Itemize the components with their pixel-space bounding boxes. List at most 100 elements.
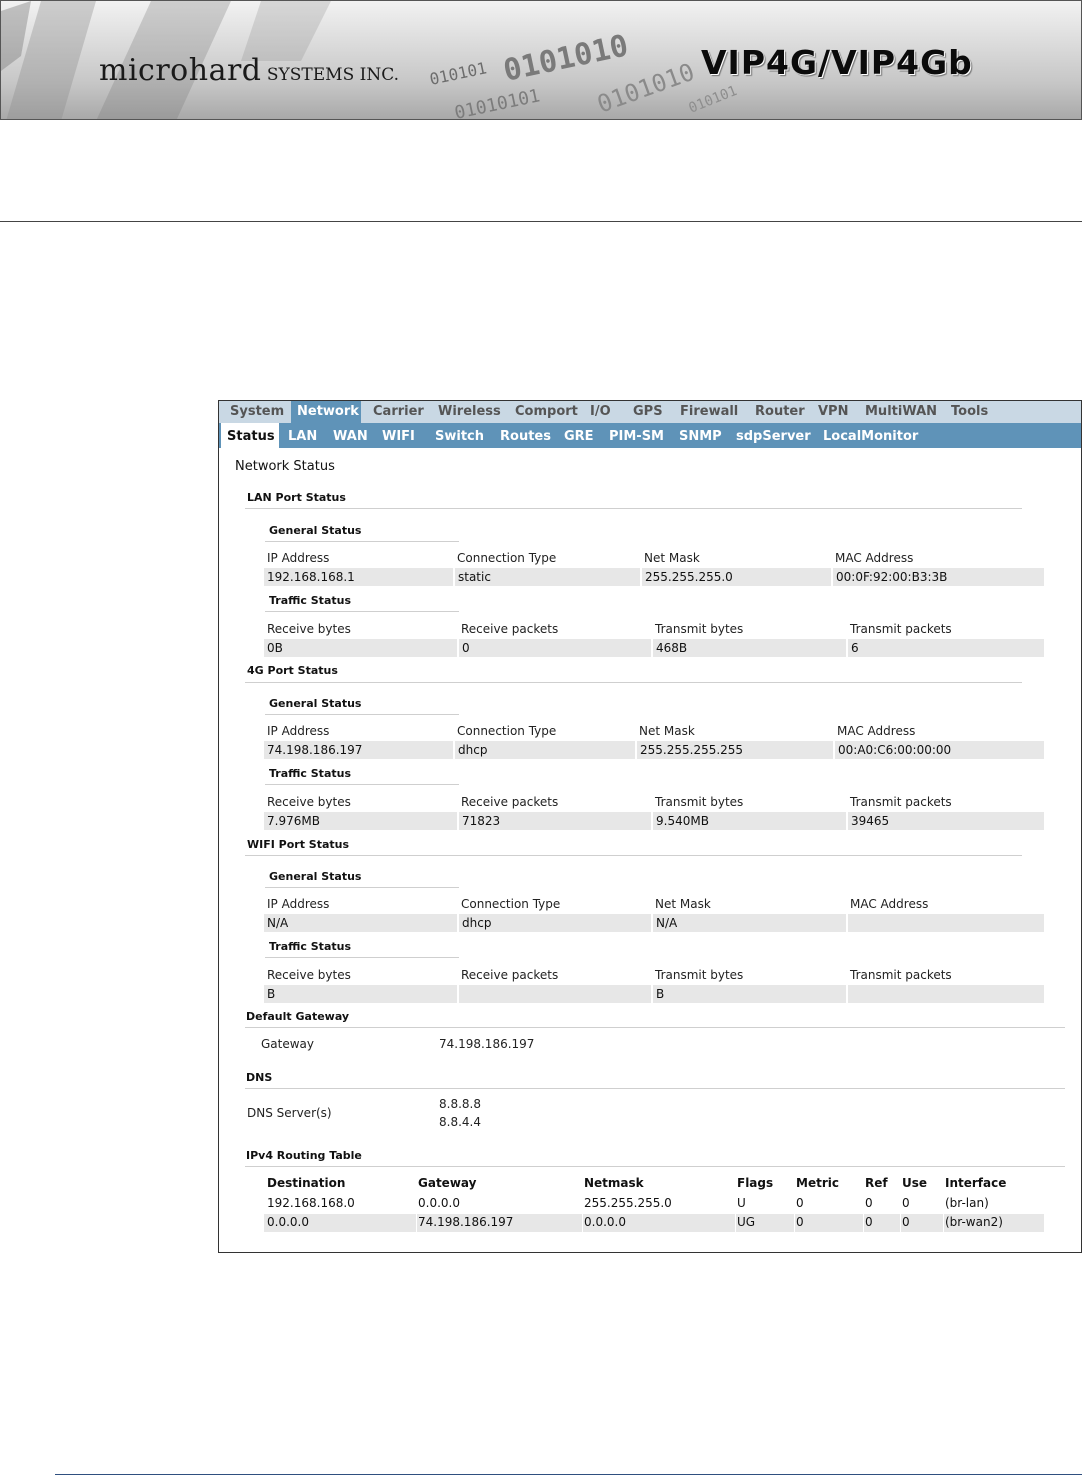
lan-rx-bytes-label: Receive bytes [267, 622, 351, 636]
tab-localmonitor[interactable]: LocalMonitor [817, 423, 924, 448]
wifi-general-title: General Status [269, 870, 362, 883]
wifi-tx-bytes-value: B [653, 985, 846, 1003]
wifi-general-values: N/A dhcp N/A [264, 914, 1044, 932]
wifi-traffic-divider [265, 957, 459, 958]
lan-traffic-title: Traffic Status [269, 594, 352, 607]
gateway-value: 74.198.186.197 [439, 1037, 535, 1051]
menu-vpn[interactable]: VPN [812, 401, 854, 423]
binary-art-2: 0101010 [500, 28, 631, 89]
route-1-ref: 0 [865, 1196, 873, 1210]
routing-header-ref: Ref [865, 1176, 888, 1190]
menu-router[interactable]: Router [749, 401, 811, 423]
lan-conn-value: static [455, 568, 640, 586]
4g-tx-packets-value: 39465 [848, 812, 1044, 830]
tab-gre[interactable]: GRE [558, 423, 600, 448]
wifi-mac-value [848, 914, 1044, 932]
binary-art-1: 010101 [428, 58, 488, 89]
tab-routes[interactable]: Routes [494, 423, 557, 448]
tab-snmp[interactable]: SNMP [673, 423, 728, 448]
web-ui-screenshot: System Network Carrier Wireless Comport … [218, 400, 1082, 1253]
lan-traffic-values: 0B 0 468B 6 [264, 639, 1044, 657]
route-1-interface: (br-lan) [945, 1196, 989, 1210]
wifi-mac-label: MAC Address [850, 897, 929, 911]
route-2-netmask: 0.0.0.0 [584, 1215, 626, 1229]
wifi-mask-value: N/A [653, 914, 846, 932]
header-divider [0, 221, 1082, 222]
company-logo: microhard SYSTEMS INC. [99, 53, 399, 88]
product-title: VIP4G/VIP4Gb [701, 43, 973, 82]
wifi-rx-bytes-label: Receive bytes [267, 968, 351, 982]
routing-header-metric: Metric [796, 1176, 839, 1190]
menu-system[interactable]: System [224, 401, 290, 423]
tab-status[interactable]: Status [221, 423, 279, 449]
lan-mac-label: MAC Address [835, 551, 914, 565]
route-2-destination: 0.0.0.0 [267, 1215, 309, 1229]
4g-conn-label: Connection Type [457, 724, 557, 738]
lan-rx-bytes-value: 0B [264, 639, 457, 657]
header-banner: 010101 0101010 01010101 0101010 010101 m… [0, 0, 1082, 120]
wifi-tx-bytes-label: Transmit bytes [655, 968, 744, 982]
4g-mac-value: 00:A0:C6:00:00:00 [835, 741, 1044, 759]
dns-label: DNS Server(s) [247, 1106, 332, 1120]
routing-header-netmask: Netmask [584, 1176, 644, 1190]
menu-tools[interactable]: Tools [945, 401, 994, 423]
route-1-flags: U [737, 1196, 746, 1210]
route-1-destination: 192.168.168.0 [267, 1196, 355, 1210]
menu-comport[interactable]: Comport [509, 401, 584, 423]
tab-pim-sm[interactable]: PIM-SM [603, 423, 670, 448]
lan-ip-value: 192.168.168.1 [264, 568, 453, 586]
menu-firewall[interactable]: Firewall [674, 401, 744, 423]
lan-traffic-divider [265, 611, 459, 612]
menu-gps[interactable]: GPS [627, 401, 669, 423]
tab-sdpserver[interactable]: sdpServer [730, 423, 817, 448]
4g-section-divider [245, 682, 1022, 683]
4g-tx-bytes-label: Transmit bytes [655, 795, 744, 809]
lan-general-title: General Status [269, 524, 362, 537]
lan-rx-packets-value: 0 [459, 639, 651, 657]
route-2-interface: (br-wan2) [945, 1215, 1003, 1229]
wifi-tx-packets-value [848, 985, 1044, 1003]
menu-io[interactable]: I/O [584, 401, 617, 423]
tab-lan[interactable]: LAN [282, 423, 323, 448]
tab-wan[interactable]: WAN [327, 423, 374, 448]
wifi-traffic-title: Traffic Status [269, 940, 352, 953]
route-1-gateway: 0.0.0.0 [418, 1196, 460, 1210]
route-2-use: 0 [902, 1215, 910, 1229]
gateway-section-divider [245, 1027, 1065, 1028]
lan-section-divider [245, 508, 1022, 509]
footer-divider [55, 1474, 1082, 1475]
brand-name: microhard [99, 53, 262, 88]
lan-conn-label: Connection Type [457, 551, 557, 565]
routing-header-gateway: Gateway [418, 1176, 477, 1190]
wifi-tx-packets-label: Transmit packets [850, 968, 952, 982]
routing-section-divider [245, 1166, 1065, 1167]
lan-mask-value: 255.255.255.0 [642, 568, 831, 586]
sub-menu: Status LAN WAN WIFI Switch Routes GRE PI… [219, 423, 1081, 449]
gateway-label: Gateway [261, 1037, 315, 1051]
4g-general-divider [265, 714, 459, 715]
4g-mask-value: 255.255.255.255 [637, 741, 833, 759]
wifi-section-divider [245, 855, 1022, 856]
menu-multiwan[interactable]: MultiWAN [859, 401, 943, 423]
lan-section-title: LAN Port Status [247, 491, 346, 504]
menu-carrier[interactable]: Carrier [367, 401, 430, 423]
wifi-conn-label: Connection Type [461, 897, 561, 911]
4g-rx-bytes-value: 7.976MB [264, 812, 457, 830]
route-2-metric: 0 [796, 1215, 804, 1229]
tab-switch[interactable]: Switch [429, 423, 490, 448]
4g-ip-value: 74.198.186.197 [264, 741, 453, 759]
menu-wireless[interactable]: Wireless [432, 401, 507, 423]
route-2-flags: UG [737, 1215, 756, 1229]
lan-general-values: 192.168.168.1 static 255.255.255.0 00:0F… [264, 568, 1044, 586]
4g-traffic-title: Traffic Status [269, 767, 352, 780]
tab-wifi[interactable]: WIFI [376, 423, 421, 448]
lan-tx-packets-value: 6 [848, 639, 1044, 657]
lan-tx-bytes-label: Transmit bytes [655, 622, 744, 636]
lan-mask-label: Net Mask [644, 551, 700, 565]
4g-traffic-values: 7.976MB 71823 9.540MB 39465 [264, 812, 1044, 830]
route-1-metric: 0 [796, 1196, 804, 1210]
page-title: Network Status [235, 459, 335, 474]
menu-network[interactable]: Network [291, 401, 361, 423]
wifi-mask-label: Net Mask [655, 897, 711, 911]
wifi-general-divider [265, 887, 459, 888]
